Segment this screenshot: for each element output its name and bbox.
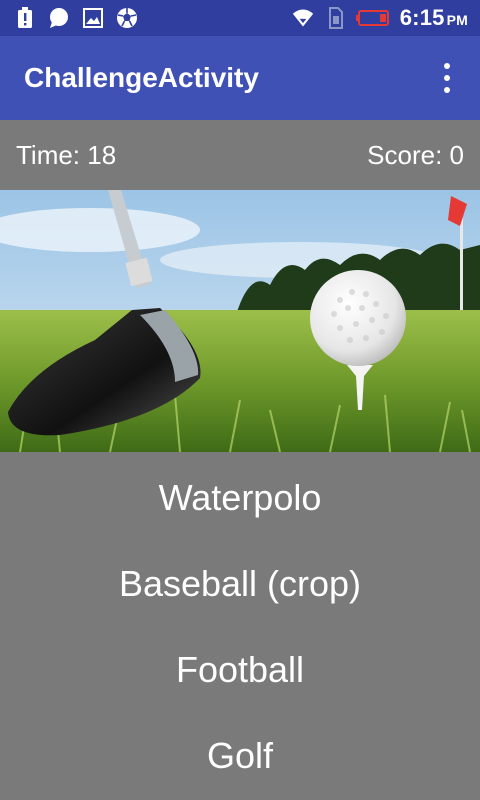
sim-icon xyxy=(324,7,346,29)
score-bar: Time: 18 Score: 0 xyxy=(0,120,480,190)
chat-bubble-icon xyxy=(48,7,70,29)
answer-option-baseball[interactable]: Baseball (crop) xyxy=(0,544,480,624)
app-title: ChallengeActivity xyxy=(24,62,259,93)
answer-list: Waterpolo Baseball (crop) Football Golf xyxy=(0,452,480,800)
wifi-icon xyxy=(292,7,314,29)
answer-option-waterpolo[interactable]: Waterpolo xyxy=(0,458,480,538)
battery-icon xyxy=(355,7,390,29)
more-vert-icon[interactable] xyxy=(438,58,456,98)
status-bar: 6:15 PM xyxy=(0,0,480,36)
answer-option-golf[interactable]: Golf xyxy=(0,716,480,796)
answer-option-football[interactable]: Football xyxy=(0,630,480,710)
time-label: Time: 18 xyxy=(16,139,117,170)
alert-icon xyxy=(14,7,36,29)
golf-club-and-ball-image xyxy=(0,190,480,452)
image-icon xyxy=(82,7,104,29)
status-time: 6:15 PM xyxy=(399,5,468,30)
soccer-ball-icon xyxy=(116,7,138,29)
app-bar: ChallengeActivity xyxy=(0,36,480,120)
score-label: Score: 0 xyxy=(367,139,464,170)
